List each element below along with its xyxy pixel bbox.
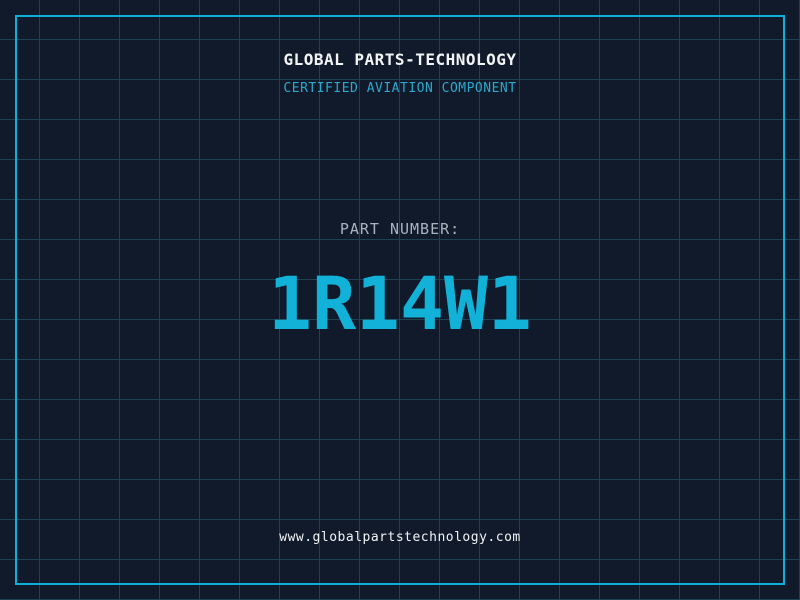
part-number-label: PART NUMBER: [339, 220, 461, 238]
website-url: www.globalpartstechnology.com [279, 530, 521, 545]
company-title: GLOBAL PARTS-TECHNOLOGY [283, 50, 517, 69]
certification-subtitle: CERTIFIED AVIATION COMPONENT [283, 81, 517, 96]
certificate-card: GLOBAL PARTS-TECHNOLOGY CERTIFIED AVIATI… [0, 0, 800, 600]
part-number-value: 1R14W1 [268, 262, 532, 347]
